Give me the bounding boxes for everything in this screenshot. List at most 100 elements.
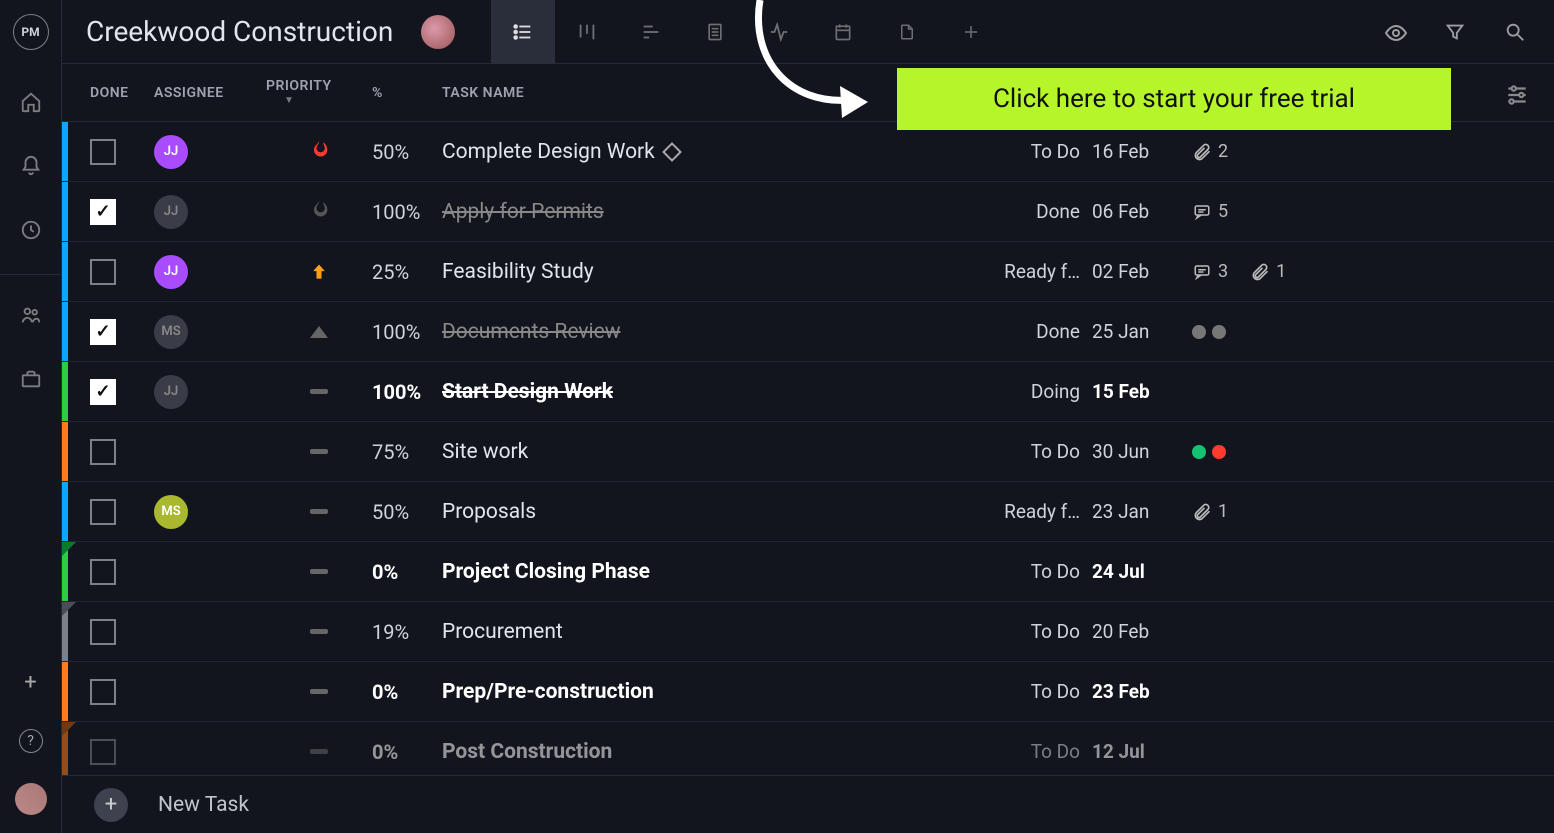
tag-dots[interactable]	[1192, 445, 1226, 459]
status-value[interactable]: Doing	[982, 380, 1092, 403]
done-checkbox[interactable]	[90, 739, 116, 765]
date-value[interactable]: 23 Jan	[1092, 500, 1192, 523]
done-checkbox[interactable]	[90, 679, 116, 705]
table-row[interactable]: 0%Prep/Pre-constructionTo Do23 Feb	[62, 662, 1554, 722]
help-icon[interactable]: ?	[19, 729, 43, 753]
add-task-button[interactable]: +	[94, 788, 128, 822]
user-avatar[interactable]	[15, 783, 47, 815]
attachment-chip[interactable]: 1	[1250, 261, 1286, 282]
settings-sliders-icon[interactable]	[1504, 82, 1532, 110]
task-name[interactable]: Proposals	[442, 500, 536, 524]
done-checkbox[interactable]	[90, 439, 116, 465]
search-icon[interactable]	[1504, 21, 1526, 43]
table-row[interactable]: JJ100%Apply for PermitsDone06 Feb5	[62, 182, 1554, 242]
table-row[interactable]: 75%Site workTo Do30 Jun	[62, 422, 1554, 482]
project-avatar[interactable]	[421, 15, 455, 49]
home-icon[interactable]	[19, 90, 43, 114]
date-value[interactable]: 30 Jun	[1092, 440, 1192, 463]
col-header-priority[interactable]: PRIORITY ▼	[266, 79, 372, 105]
task-name[interactable]: Documents Review	[442, 320, 621, 344]
table-row[interactable]: 19%ProcurementTo Do20 Feb	[62, 602, 1554, 662]
status-value[interactable]: To Do	[982, 740, 1092, 763]
table-row[interactable]: JJ100%Start Design WorkDoing15 Feb	[62, 362, 1554, 422]
task-name[interactable]: Prep/Pre-construction	[442, 680, 654, 704]
status-value[interactable]: To Do	[982, 680, 1092, 703]
status-value[interactable]: Done	[982, 200, 1092, 223]
date-value[interactable]: 25 Jan	[1092, 320, 1192, 343]
view-list-icon[interactable]	[491, 0, 555, 64]
briefcase-icon[interactable]	[19, 367, 43, 391]
view-sheet-icon[interactable]	[683, 0, 747, 64]
priority-icon[interactable]	[310, 629, 328, 634]
task-name[interactable]: Start Design Work	[442, 380, 613, 404]
priority-icon[interactable]	[310, 449, 328, 454]
assignee-avatar[interactable]: JJ	[154, 135, 188, 169]
assignee-avatar[interactable]: JJ	[154, 375, 188, 409]
task-name[interactable]: Site work	[442, 440, 528, 464]
done-checkbox[interactable]	[90, 619, 116, 645]
clock-icon[interactable]	[19, 218, 43, 242]
tag-dots[interactable]	[1192, 325, 1226, 339]
status-value[interactable]: To Do	[982, 140, 1092, 163]
date-value[interactable]: 16 Feb	[1092, 140, 1192, 163]
cta-banner[interactable]: Click here to start your free trial	[897, 68, 1451, 130]
status-value[interactable]: To Do	[982, 560, 1092, 583]
priority-icon[interactable]	[310, 509, 328, 514]
date-value[interactable]: 02 Feb	[1092, 260, 1192, 283]
assignee-avatar[interactable]: MS	[154, 315, 188, 349]
priority-icon[interactable]	[310, 689, 328, 694]
project-title[interactable]: Creekwood Construction	[86, 15, 393, 48]
table-row[interactable]: MS50%ProposalsReady f…23 Jan1	[62, 482, 1554, 542]
task-name[interactable]: Post Construction	[442, 740, 612, 764]
bell-icon[interactable]	[19, 154, 43, 178]
priority-icon[interactable]	[310, 749, 328, 754]
comments-chip[interactable]: 5	[1192, 201, 1228, 222]
done-checkbox[interactable]	[90, 319, 116, 345]
table-row[interactable]: 0%Project Closing PhaseTo Do24 Jul	[62, 542, 1554, 602]
task-name[interactable]: Apply for Permits	[442, 200, 604, 224]
priority-icon[interactable]	[309, 261, 329, 283]
date-value[interactable]: 20 Feb	[1092, 620, 1192, 643]
view-board-icon[interactable]	[555, 0, 619, 64]
task-name[interactable]: Complete Design Work	[442, 140, 655, 164]
priority-icon[interactable]	[309, 138, 329, 165]
assignee-avatar[interactable]: JJ	[154, 195, 188, 229]
filter-icon[interactable]	[1444, 21, 1466, 43]
status-value[interactable]: Ready f…	[982, 500, 1092, 523]
done-checkbox[interactable]	[90, 559, 116, 585]
done-checkbox[interactable]	[90, 499, 116, 525]
done-checkbox[interactable]	[90, 379, 116, 405]
priority-icon[interactable]	[310, 326, 328, 338]
new-task-label[interactable]: New Task	[158, 793, 249, 817]
date-value[interactable]: 06 Feb	[1092, 200, 1192, 223]
table-row[interactable]: 0%Post ConstructionTo Do12 Jul	[62, 722, 1554, 775]
table-row[interactable]: JJ50%Complete Design WorkTo Do16 Feb2	[62, 122, 1554, 182]
assignee-avatar[interactable]: MS	[154, 495, 188, 529]
col-header-done[interactable]: DONE	[90, 85, 154, 101]
attachment-chip[interactable]: 1	[1192, 501, 1228, 522]
priority-icon[interactable]	[310, 389, 328, 394]
task-name[interactable]: Project Closing Phase	[442, 560, 650, 584]
col-header-assignee[interactable]: ASSIGNEE	[154, 85, 266, 101]
status-value[interactable]: Done	[982, 320, 1092, 343]
task-name[interactable]: Feasibility Study	[442, 260, 594, 284]
col-header-percent[interactable]: %	[372, 85, 442, 101]
team-icon[interactable]	[19, 303, 43, 327]
priority-icon[interactable]	[309, 198, 329, 225]
attachment-chip[interactable]: 2	[1192, 141, 1228, 162]
app-logo[interactable]: PM	[13, 14, 49, 50]
task-name[interactable]: Procurement	[442, 620, 563, 644]
status-value[interactable]: To Do	[982, 620, 1092, 643]
date-value[interactable]: 24 Jul	[1092, 560, 1192, 583]
done-checkbox[interactable]	[90, 259, 116, 285]
add-icon[interactable]: +	[24, 670, 36, 695]
date-value[interactable]: 12 Jul	[1092, 740, 1192, 763]
status-value[interactable]: Ready f…	[982, 260, 1092, 283]
done-checkbox[interactable]	[90, 199, 116, 225]
done-checkbox[interactable]	[90, 139, 116, 165]
view-files-icon[interactable]	[875, 0, 939, 64]
eye-icon[interactable]	[1384, 21, 1406, 43]
table-row[interactable]: MS100%Documents ReviewDone25 Jan	[62, 302, 1554, 362]
view-gantt-icon[interactable]	[619, 0, 683, 64]
view-add-icon[interactable]	[939, 0, 1003, 64]
